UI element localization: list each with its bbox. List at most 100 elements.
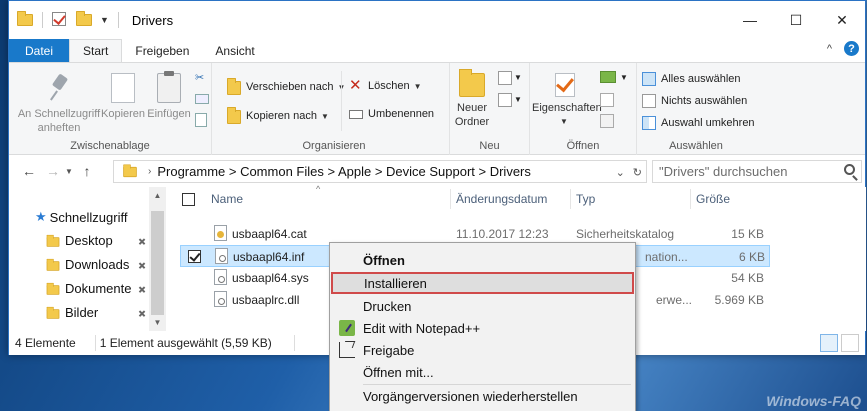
status-selection: 1 Element ausgewählt (5,59 KB)	[99, 336, 272, 350]
refresh-icon[interactable]: ↻	[633, 166, 642, 179]
menu-item-share[interactable]: Freigabe	[330, 339, 635, 361]
paste-button[interactable]: Einfügen	[147, 71, 191, 121]
copy-to-dropdown-icon: ▼	[320, 111, 329, 121]
file-type: Sicherheitskatalog	[576, 227, 675, 241]
menu-item-print[interactable]: Drucken	[330, 295, 635, 317]
menu-item-label: Drucken	[363, 298, 412, 314]
rename-button[interactable]: Umbenennen	[349, 108, 434, 120]
column-header-size[interactable]: Größe	[696, 187, 730, 211]
nav-item-pictures[interactable]: Bilder	[45, 305, 98, 320]
star-icon: ★	[35, 209, 47, 224]
menu-item-label: Freigabe	[363, 342, 415, 358]
address-path[interactable]: Programme > Common Files > Apple > Devic…	[157, 164, 531, 179]
new-item-icon[interactable]	[498, 71, 512, 85]
documents-folder-icon	[46, 282, 60, 295]
open-dropdown-icon[interactable]: ▼	[620, 73, 628, 82]
move-to-label: Verschieben nach	[246, 81, 334, 93]
minimize-button[interactable]: —	[727, 1, 773, 39]
invert-selection-button[interactable]: Auswahl umkehren	[642, 116, 755, 130]
pin-quick-access-button[interactable]: An Schnellzugriff anheften	[17, 73, 101, 135]
close-button[interactable]: ✕	[819, 1, 865, 39]
new-item-dropdown-icon[interactable]: ▼	[514, 73, 522, 82]
file-size: 54 KB	[731, 271, 764, 285]
notepad-plus-plus-icon	[339, 320, 355, 336]
menu-item-label: Öffnen mit...	[363, 364, 434, 380]
back-arrow-icon[interactable]: ←	[17, 163, 41, 179]
select-none-button[interactable]: Nichts auswählen	[642, 94, 747, 108]
column-header-date[interactable]: Änderungsdatum	[456, 187, 547, 211]
select-all-label: Alles auswählen	[661, 73, 741, 85]
tab-file[interactable]: Datei	[9, 39, 70, 62]
address-box[interactable]: › Programme > Common Files > Apple > Dev…	[113, 160, 647, 183]
properties-check-icon[interactable]	[52, 12, 68, 28]
search-placeholder: "Drivers" durchsuchen	[659, 164, 788, 179]
new-folder-label-line2: Ordner	[454, 116, 490, 128]
menu-item-label: Installieren	[364, 275, 427, 291]
group-clipboard: An Schnellzugriff anheften Kopieren Einf…	[9, 63, 212, 155]
window-folder-icon	[17, 11, 33, 28]
menu-item-edit-notepad[interactable]: Edit with Notepad++	[330, 317, 635, 339]
menu-item-open-with[interactable]: Öffnen mit...	[330, 361, 635, 383]
menu-item-open[interactable]: Öffnen	[330, 249, 635, 271]
nav-item-documents[interactable]: Dokumente	[45, 281, 131, 296]
row-checkbox[interactable]	[188, 250, 201, 263]
up-arrow-icon[interactable]: ↑	[75, 163, 99, 179]
column-separator[interactable]	[450, 189, 451, 209]
nav-item-downloads[interactable]: Downloads	[45, 257, 129, 272]
maximize-button[interactable]: ☐	[773, 1, 819, 39]
delete-label: Löschen	[368, 80, 410, 92]
qat-customize-icon[interactable]: ▼	[100, 15, 109, 25]
open-icon[interactable]	[600, 71, 616, 83]
pin-icon	[47, 73, 71, 103]
tab-start[interactable]: Start	[69, 39, 123, 62]
copy-button[interactable]: Kopieren	[101, 69, 145, 121]
history-icon[interactable]	[600, 114, 614, 128]
file-size: 15 KB	[731, 227, 764, 241]
new-folder-button[interactable]: Neuer Ordner	[452, 67, 492, 129]
collapse-ribbon-icon[interactable]: ^	[827, 43, 832, 55]
properties-label: Eigenschaften	[532, 102, 602, 114]
address-dropdown-icon[interactable]: ⌄	[616, 166, 625, 179]
cut-icon[interactable]: ✂	[195, 71, 204, 84]
column-header-name[interactable]: Name	[211, 187, 243, 211]
tab-view[interactable]: Ansicht	[202, 39, 267, 62]
menu-item-install[interactable]: Installieren	[331, 272, 634, 294]
menu-item-restore-versions[interactable]: Vorgängerversionen wiederherstellen	[330, 385, 635, 407]
search-input[interactable]: "Drivers" durchsuchen	[652, 160, 862, 183]
copy-to-button[interactable]: Kopieren nach ▼	[227, 107, 329, 124]
tab-share[interactable]: Freigeben	[122, 39, 202, 62]
paste-shortcut-icon[interactable]	[195, 113, 207, 127]
select-all-button[interactable]: Alles auswählen	[642, 72, 741, 86]
column-separator[interactable]	[570, 189, 571, 209]
paste-label: Einfügen	[147, 108, 191, 120]
status-separator	[294, 335, 295, 351]
recent-locations-icon[interactable]: ▼	[65, 167, 75, 176]
navigation-pane: ★ Schnellzugriff Desktop ✚ Downloads ✚ D…	[9, 187, 166, 331]
properties-button[interactable]: Eigenschaften ▼	[532, 69, 602, 129]
scroll-down-icon[interactable]: ▼	[149, 318, 166, 327]
select-all-icon	[642, 72, 656, 86]
nav-item-desktop[interactable]: Desktop	[45, 233, 113, 248]
menu-item-label: Vorgängerversionen wiederherstellen	[363, 388, 578, 404]
scroll-up-icon[interactable]: ▲	[149, 191, 166, 200]
scroll-thumb[interactable]	[151, 211, 164, 315]
details-view-icon[interactable]	[820, 334, 838, 352]
nav-scrollbar[interactable]: ▲ ▼	[149, 187, 166, 331]
nav-item-quick-access[interactable]: ★ Schnellzugriff	[35, 209, 127, 225]
help-icon[interactable]: ?	[844, 41, 859, 56]
column-header-type[interactable]: Typ	[576, 187, 595, 211]
copy-path-icon[interactable]	[195, 94, 209, 104]
column-separator[interactable]	[690, 189, 691, 209]
new-folder-qat-icon[interactable]	[76, 11, 92, 28]
large-icons-view-icon[interactable]	[841, 334, 859, 352]
easy-access-icon[interactable]	[498, 93, 512, 107]
select-all-checkbox[interactable]	[182, 193, 195, 206]
copy-icon	[111, 69, 142, 103]
forward-arrow-icon[interactable]: →	[41, 163, 65, 179]
move-to-button[interactable]: Verschieben nach ▼	[227, 78, 345, 95]
delete-button[interactable]: ✕ Löschen ▼	[349, 78, 422, 93]
nav-item-label: Dokumente	[65, 281, 132, 296]
easy-access-dropdown-icon[interactable]: ▼	[514, 95, 522, 104]
delete-dropdown-icon: ▼	[413, 81, 422, 91]
edit-icon[interactable]	[600, 93, 614, 107]
